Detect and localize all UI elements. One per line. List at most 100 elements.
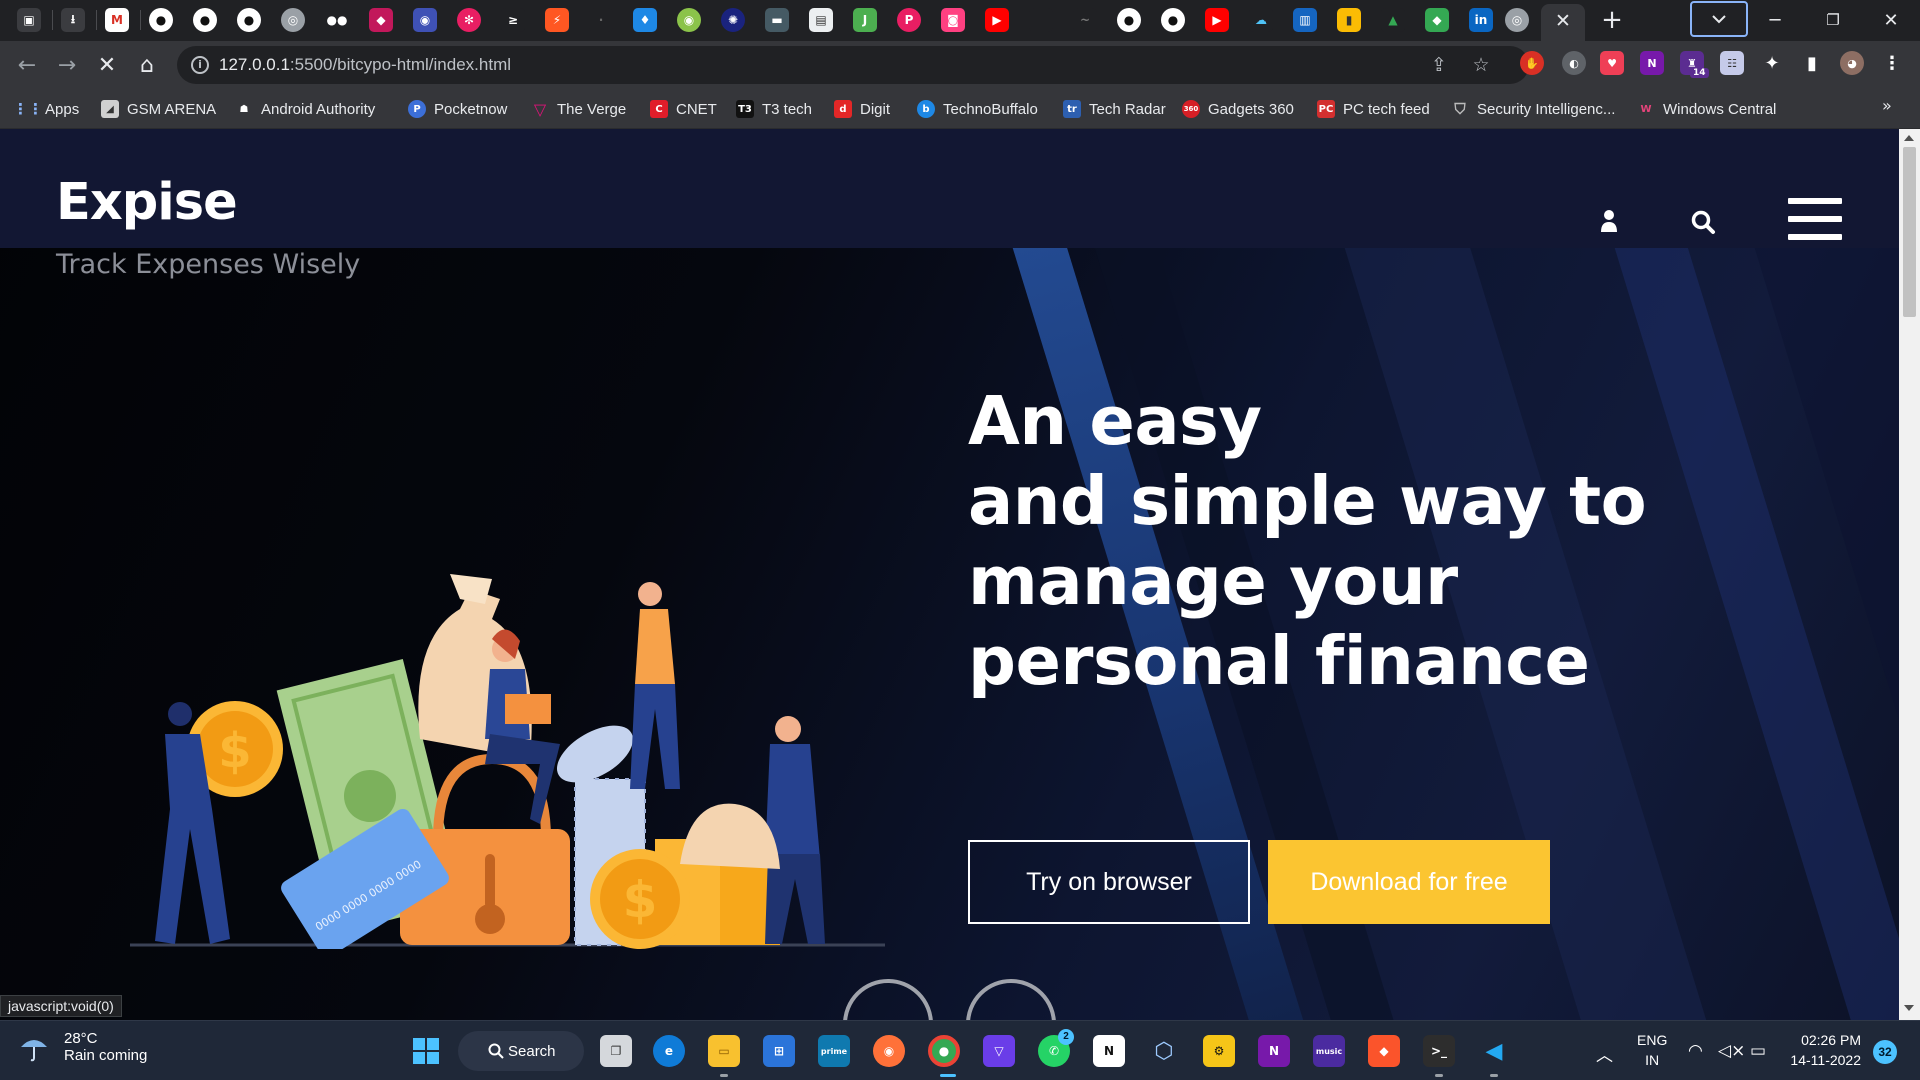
pocket-extension-icon[interactable]: ♥ — [1600, 51, 1624, 75]
search-icon[interactable] — [1690, 209, 1716, 235]
volume-muted-icon[interactable]: ◁× — [1718, 1041, 1745, 1061]
download-for-free-button[interactable]: Download for free — [1268, 840, 1550, 924]
app-tab-icon[interactable]: ◆ — [1425, 8, 1449, 32]
app-icon[interactable]: ⚙ — [1203, 1035, 1235, 1067]
carousel-next-button[interactable]: › — [966, 979, 1056, 1020]
file-explorer-icon[interactable]: ▭ — [708, 1035, 740, 1067]
bookmark-item[interactable]: b TechnoBuffalo — [917, 97, 1038, 121]
app-tab-icon[interactable] — [1029, 8, 1053, 32]
bookmark-item[interactable]: 360 Gadgets 360 — [1182, 97, 1294, 121]
youtube-tab-icon[interactable]: ▶ — [1205, 8, 1229, 32]
address-bar[interactable]: i 127.0.0.1:5500/bitcypo-html/index.html… — [177, 46, 1529, 84]
close-window-button[interactable]: ✕ — [1868, 4, 1914, 36]
weather-tab-icon[interactable]: ☁ — [1249, 8, 1273, 32]
profile-avatar[interactable]: ◕ — [1840, 51, 1864, 75]
hamburger-menu-icon[interactable] — [1788, 198, 1842, 240]
github-tab-icon[interactable]: ● — [149, 8, 173, 32]
bookmark-star-icon[interactable]: ☆ — [1469, 53, 1493, 77]
browser-menu-icon[interactable]: ⋮ — [1880, 51, 1904, 75]
side-panel-icon[interactable]: ▮ — [1800, 51, 1824, 75]
chrome-icon[interactable]: ● — [928, 1035, 960, 1067]
globe-tab-icon[interactable]: ◎ — [281, 8, 305, 32]
tab-favicon-icon[interactable]: ▣ — [17, 8, 41, 32]
youtube-tab-icon[interactable]: ▶ — [985, 8, 1009, 32]
system-clock[interactable]: 02:26 PM 14-11-2022 — [1787, 1030, 1861, 1070]
app-tab-icon[interactable]: P — [897, 8, 921, 32]
app-tab-icon[interactable]: ▬ — [765, 8, 789, 32]
site-info-icon[interactable]: i — [191, 56, 209, 74]
bookmark-item[interactable]: ☗ Android Authority — [235, 97, 376, 121]
bookmark-item[interactable]: PC PC tech feed — [1317, 97, 1430, 121]
start-button[interactable] — [410, 1035, 442, 1067]
brand-logo[interactable]: Expise — [56, 173, 238, 232]
user-icon[interactable] — [1599, 209, 1619, 233]
scroll-up-icon[interactable] — [1904, 135, 1914, 141]
onenote-icon[interactable]: N — [1258, 1035, 1290, 1067]
amazon-music-icon[interactable]: music — [1313, 1035, 1345, 1067]
bookmark-item[interactable]: P Pocketnow — [408, 97, 507, 121]
battery-icon[interactable]: ▭ — [1750, 1041, 1766, 1061]
page-scrollbar[interactable] — [1899, 129, 1920, 1020]
language-indicator[interactable]: ENG IN — [1637, 1030, 1667, 1070]
github-tab-icon[interactable]: ● — [1161, 8, 1185, 32]
bookmark-item[interactable]: W Windows Central — [1637, 97, 1776, 121]
back-button[interactable]: ← — [11, 49, 43, 81]
forward-button[interactable]: → — [51, 49, 83, 81]
github-tab-icon[interactable]: ● — [193, 8, 217, 32]
try-on-browser-button[interactable]: Try on browser — [968, 840, 1250, 924]
task-view-icon[interactable]: ❐ — [600, 1035, 632, 1067]
brave-icon[interactable]: ◆ — [1368, 1035, 1400, 1067]
gmail-tab-icon[interactable]: M — [105, 8, 129, 32]
restore-button[interactable]: ❐ — [1810, 4, 1856, 36]
terminal-icon[interactable]: >_ — [1423, 1035, 1455, 1067]
bookmark-item[interactable]: C CNET — [650, 97, 717, 121]
edge-icon[interactable]: e — [653, 1035, 685, 1067]
chevron-up-icon[interactable]: ︿ — [1596, 1041, 1613, 1066]
location-tab-icon[interactable]: ◉ — [413, 8, 437, 32]
scrollbar-thumb[interactable] — [1903, 147, 1916, 317]
proton-vpn-icon[interactable]: ▽ — [983, 1035, 1015, 1067]
microsoft-store-icon[interactable]: ⊞ — [763, 1035, 795, 1067]
more-bookmarks-icon[interactable]: » — [1882, 96, 1892, 115]
app-tab-icon[interactable]: ◙ — [941, 8, 965, 32]
app-tab-icon[interactable]: ✺ — [721, 8, 745, 32]
drive-tab-icon[interactable]: ▲ — [1381, 8, 1405, 32]
close-tab-icon[interactable]: ✕ — [1551, 9, 1575, 33]
bookmark-item[interactable]: T3 T3 tech — [736, 97, 812, 121]
app-tab-icon[interactable]: ≥ — [501, 8, 525, 32]
taskbar-search-box[interactable]: Search — [458, 1031, 584, 1071]
app-tab-icon[interactable]: · — [589, 8, 613, 32]
notion-icon[interactable]: N — [1093, 1035, 1125, 1067]
wifi-icon[interactable]: ◠ — [1688, 1041, 1703, 1061]
bookmark-item[interactable]: d Digit — [834, 97, 890, 121]
app-tab-icon[interactable]: ⚡ — [545, 8, 569, 32]
linkedin-tab-icon[interactable]: in — [1469, 8, 1493, 32]
weather-widget[interactable]: 28°C Rain coming — [18, 1030, 147, 1064]
extension-icon[interactable]: ☷ — [1720, 51, 1744, 75]
onenote-extension-icon[interactable]: N — [1640, 51, 1664, 75]
github-tab-icon[interactable]: ● — [1117, 8, 1141, 32]
chart-tab-icon[interactable]: ▥ — [1293, 8, 1317, 32]
vscode-icon[interactable]: ◀ — [1478, 1035, 1510, 1067]
prime-video-icon[interactable]: prime — [818, 1035, 850, 1067]
share-icon[interactable]: ⇪ — [1427, 53, 1451, 77]
scroll-down-icon[interactable] — [1904, 1005, 1914, 1011]
app-tab-icon[interactable]: J — [853, 8, 877, 32]
virtualbox-icon[interactable]: ⬡ — [1148, 1035, 1180, 1067]
app-tab-icon[interactable]: ~ — [1073, 8, 1097, 32]
download-tab-icon[interactable]: ⭳ — [61, 8, 85, 32]
extension-icon[interactable]: ◐ — [1562, 51, 1586, 75]
github-tab-icon[interactable]: ● — [237, 8, 261, 32]
app-tab-icon[interactable]: ◉ — [677, 8, 701, 32]
app-tab-icon[interactable]: ✻ — [457, 8, 481, 32]
bookmark-item[interactable]: ⛉ Security Intelligenc... — [1451, 97, 1615, 121]
keep-tab-icon[interactable]: ▮ — [1337, 8, 1361, 32]
notification-badge[interactable]: 32 — [1873, 1040, 1897, 1064]
puzzle-extensions-icon[interactable]: ✦ — [1760, 51, 1784, 75]
medium-tab-icon[interactable]: ●● — [325, 8, 349, 32]
bookmark-item[interactable]: ⋮⋮ Apps — [13, 97, 79, 121]
shield-tab-icon[interactable]: ◆ — [369, 8, 393, 32]
minimize-button[interactable]: ─ — [1752, 4, 1798, 36]
tab-search-button[interactable] — [1690, 1, 1748, 37]
globe-tab-icon[interactable]: ◎ — [1505, 8, 1529, 32]
